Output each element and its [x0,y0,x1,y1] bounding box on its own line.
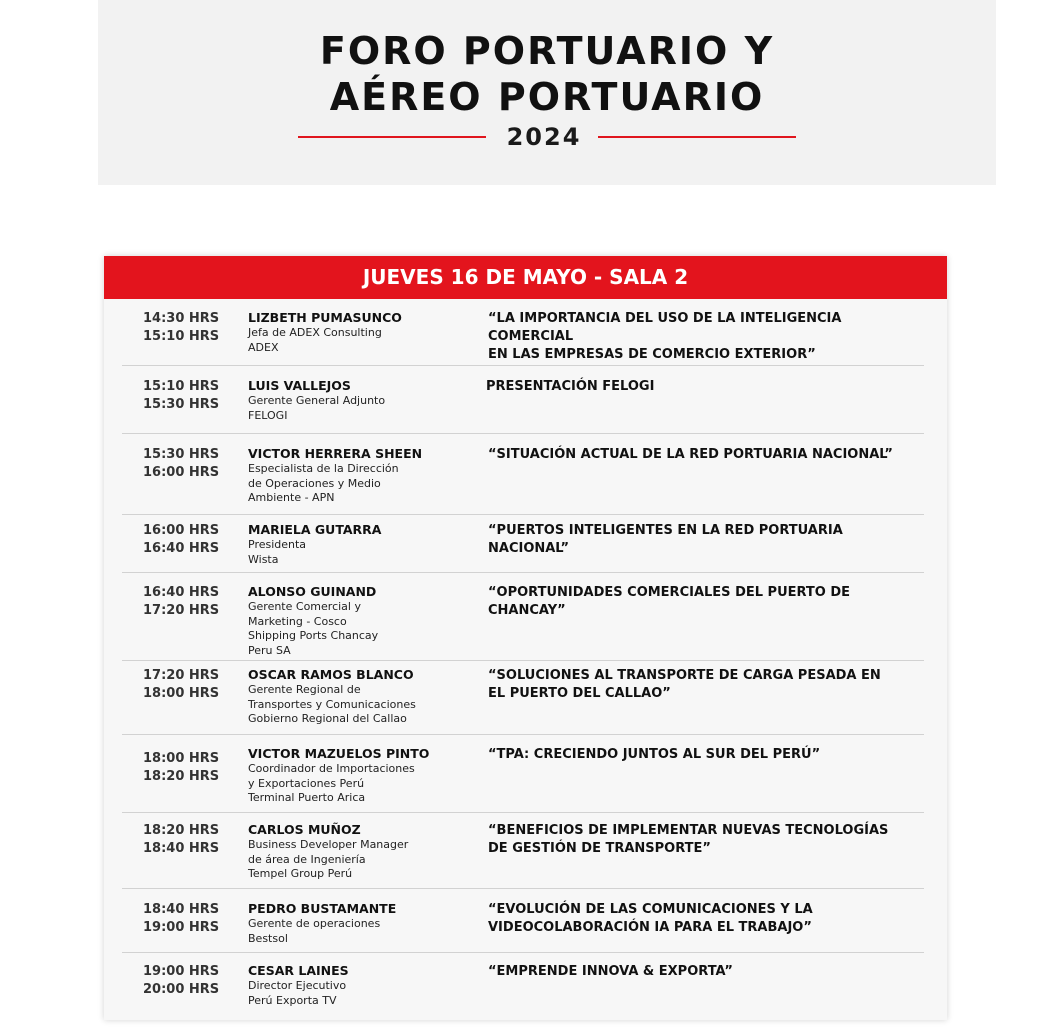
speaker-name: OSCAR RAMOS BLANCO [248,667,414,682]
speaker-name: MARIELA GUTARRA [248,522,382,537]
session-topic: “PUERTOS INTELIGENTES EN LA RED PORTUARI… [488,523,843,556]
speaker-role: Business Developer Manager de área de In… [248,838,409,881]
speaker-role: Director Ejecutivo Perú Exporta TV [248,979,347,1007]
event-title-line-2: AÉREO PORTUARIO [329,75,765,119]
speaker-role: Presidenta Wista [248,538,307,566]
speaker-name: VICTOR MAZUELOS PINTO [248,746,430,761]
day-header: JUEVES 16 DE MAYO - SALA 2 [104,256,947,299]
session-topic: “SOLUCIONES AL TRANSPORTE DE CARGA PESAD… [488,668,881,701]
speaker-role: Gerente de operaciones Bestsol [248,917,381,945]
speaker-role: Gerente Regional de Transportes y Comuni… [248,683,416,726]
speaker-name: CESAR LAINES [248,963,349,978]
session-start: 15:30 HRS [143,447,220,462]
event-title-line-1: FORO PORTUARIO Y [319,29,775,73]
event-year-row: 2024 [298,122,796,152]
speaker: VICTOR HERRERA SHEEN Especialista de la D… [248,446,448,506]
speaker: CARLOS MUÑOZ Business Developer Manager d… [248,822,448,882]
speaker-name: LUIS VALLEJOS [248,378,351,393]
session-start: 14:30 HRS [143,311,220,326]
event-year: 2024 [506,123,582,151]
session-row: 15:30 HRS 16:00 HRS VICTOR HERRERA SHEEN E… [122,446,924,515]
session-end: 18:40 HRS [143,841,220,856]
session-time: 18:20 HRS 18:40 HRS [143,822,219,858]
speaker-role: Especialista de la Dirección de Operacio… [248,462,399,505]
session-time: 14:30 HRS 15:10 HRS [143,310,219,346]
session-topic: “BENEFICIOS DE IMPLEMENTAR NUEVAS TECNOL… [488,823,889,856]
session-end: 18:00 HRS [143,686,220,701]
session-time: 19:00 HRS 20:00 HRS [143,963,219,999]
speaker-name: CARLOS MUÑOZ [248,822,361,837]
speaker-name: ALONSO GUINAND [248,584,377,599]
session-row: 18:00 HRS 18:20 HRS VICTOR MAZUELOS PINTO… [122,746,924,813]
session-time: 16:00 HRS 16:40 HRS [143,522,219,558]
session-start: 18:00 HRS [143,751,220,766]
year-divider-left [298,136,486,138]
session-start: 18:20 HRS [143,823,220,838]
speaker-name: VICTOR HERRERA SHEEN [248,446,423,461]
speaker: LUIS VALLEJOS Gerente General Adjunto FEL… [248,378,448,423]
speaker-role: Gerente General Adjunto FELOGI [248,394,386,422]
session-start: 16:00 HRS [143,523,220,538]
speaker: OSCAR RAMOS BLANCO Gerente Regional de Tr… [248,667,448,727]
session-end: 16:00 HRS [143,465,220,480]
speaker-role: Coordinador de Importaciones y Exportaci… [248,762,415,805]
session-row: 18:20 HRS 18:40 HRS CARLOS MUÑOZ Business … [122,822,924,889]
event-banner: FORO PORTUARIO Y AÉREO PORTUARIO 2024 [98,0,996,185]
session-row: 16:00 HRS 16:40 HRS MARIELA GUTARRA Presid… [122,522,924,573]
schedule-card: JUEVES 16 DE MAYO - SALA 2 14:30 HRS 15:1… [104,256,947,1020]
year-divider-right [598,136,796,138]
session-time: 18:40 HRS 19:00 HRS [143,901,219,937]
session-topic: “OPORTUNIDADES COMERCIALES DEL PUERTO DE… [488,585,851,618]
speaker-role: Gerente Comercial y Marketing - Cosco Sh… [248,600,379,658]
session-time: 18:00 HRS 18:20 HRS [143,750,219,786]
session-end: 16:40 HRS [143,541,220,556]
session-time: 17:20 HRS 18:00 HRS [143,667,219,703]
speaker-name: LIZBETH PUMASUNCO [248,310,402,325]
session-topic: “LA IMPORTANCIA DEL USO DE LA INTELIGENC… [488,311,842,362]
session-end: 18:20 HRS [143,769,220,784]
speaker: VICTOR MAZUELOS PINTO Coordinador de Impo… [248,746,448,806]
session-start: 18:40 HRS [143,902,220,917]
session-time: 16:40 HRS 17:20 HRS [143,584,219,620]
speaker-name: PEDRO BUSTAMANTE [248,901,397,916]
session-time: 15:30 HRS 16:00 HRS [143,446,219,482]
session-row: 18:40 HRS 19:00 HRS PEDRO BUSTAMANTE Geren… [122,901,924,953]
session-end: 20:00 HRS [143,982,220,997]
session-topic: “EMPRENDE INNOVA & EXPORTA” [488,964,733,979]
speaker-role: Jefa de ADEX Consulting ADEX [248,326,382,354]
session-end: 15:30 HRS [143,397,220,412]
speaker: LIZBETH PUMASUNCO Jefa de ADEX Consulting… [248,310,448,355]
session-topic: PRESENTACIÓN FELOGI [486,379,655,394]
session-row: 19:00 HRS 20:00 HRS CESAR LAINES Director … [122,963,924,1015]
session-start: 16:40 HRS [143,585,220,600]
session-row: 16:40 HRS 17:20 HRS ALONSO GUINAND Gerente… [122,584,924,661]
session-row: 15:10 HRS 15:30 HRS LUIS VALLEJOS Gerente … [122,378,924,434]
session-end: 19:00 HRS [143,920,220,935]
session-start: 15:10 HRS [143,379,220,394]
session-start: 19:00 HRS [143,964,220,979]
session-topic: “TPA: CRECIENDO JUNTOS AL SUR DEL PERÚ” [488,747,821,762]
session-start: 17:20 HRS [143,668,220,683]
speaker: PEDRO BUSTAMANTE Gerente de operaciones B… [248,901,448,946]
session-time: 15:10 HRS 15:30 HRS [143,378,219,414]
session-end: 17:20 HRS [143,603,220,618]
session-row: 17:20 HRS 18:00 HRS OSCAR RAMOS BLANCO Ger… [122,667,924,735]
session-topic: “EVOLUCIÓN DE LAS COMUNICACIONES Y LA VI… [488,902,813,935]
session-topic: “SITUACIÓN ACTUAL DE LA RED PORTUARIA NA… [488,447,893,462]
speaker: CESAR LAINES Director Ejecutivo Perú Expo… [248,963,448,1008]
speaker: MARIELA GUTARRA Presidenta Wista [248,522,448,567]
speaker: ALONSO GUINAND Gerente Comercial y Market… [248,584,448,659]
session-end: 15:10 HRS [143,329,220,344]
session-row: 14:30 HRS 15:10 HRS LIZBETH PUMASUNCO Jefa… [122,310,924,366]
